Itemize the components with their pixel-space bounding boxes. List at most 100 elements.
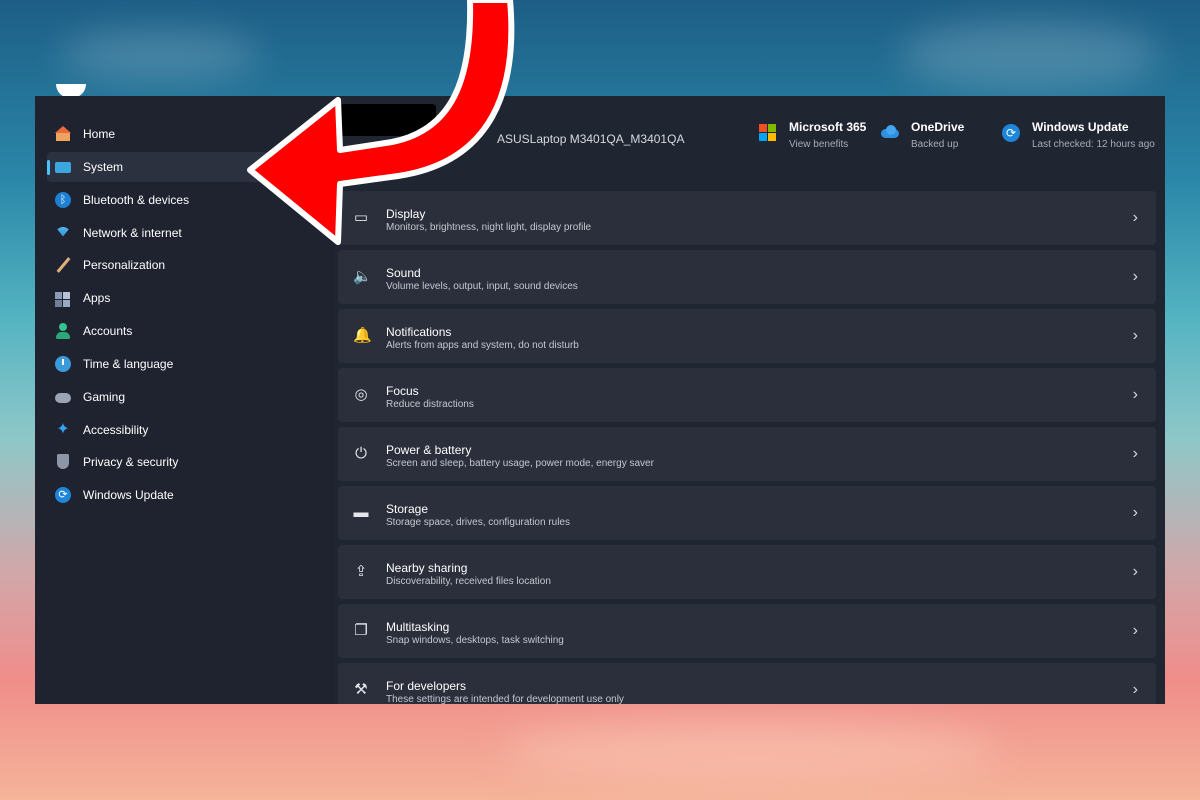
sidebar-item-label: Personalization: [83, 258, 166, 273]
share-icon: ⇪: [354, 563, 368, 580]
system-icon: [55, 162, 71, 174]
focus-icon: ◎: [354, 386, 368, 403]
multitask-icon: ❐: [354, 622, 368, 639]
sidebar-item-apps[interactable]: Apps: [47, 283, 331, 313]
bell-icon: 🔔: [353, 327, 372, 344]
status-microsoft-365[interactable]: Microsoft 365 View benefits: [759, 120, 866, 150]
card-for-developers[interactable]: ⚒ For developers These settings are inte…: [338, 663, 1156, 704]
sidebar-item-system[interactable]: System: [47, 151, 331, 182]
onedrive-cloud-icon: [881, 124, 899, 142]
sidebar-item-label: Time & language: [83, 356, 174, 371]
sidebar-item-label: Home: [83, 127, 116, 141]
sidebar-item-label: Windows Update: [83, 488, 174, 503]
card-title: Display: [386, 207, 426, 221]
settings-list: ▭ Display Monitors, brightness, night li…: [338, 191, 1156, 704]
device-image: [340, 104, 436, 136]
sidebar-item-personalization[interactable]: Personalization: [47, 250, 331, 280]
accessibility-icon: ✦: [56, 420, 70, 438]
card-focus[interactable]: ◎ Focus Reduce distractions ›: [338, 368, 1156, 422]
sidebar-item-label: Bluetooth & devices: [83, 192, 190, 207]
chevron-right-icon: ›: [1132, 622, 1138, 639]
card-subtitle: Reduce distractions: [386, 399, 474, 410]
status-subtitle: View benefits: [789, 139, 849, 150]
shield-icon: [55, 454, 71, 470]
card-subtitle: Alerts from apps and system, do not dist…: [386, 340, 579, 351]
status-title: OneDrive: [911, 120, 965, 134]
clock-icon: [55, 355, 71, 372]
sidebar-item-privacy-security[interactable]: Privacy & security: [47, 447, 331, 477]
card-notifications[interactable]: 🔔 Notifications Alerts from apps and sys…: [338, 309, 1156, 363]
sidebar-item-windows-update[interactable]: ⟳ Windows Update: [47, 480, 331, 510]
card-title: For developers: [386, 679, 467, 693]
sidebar-item-accessibility[interactable]: ✦ Accessibility: [47, 415, 331, 445]
sidebar-item-label: Network & internet: [83, 225, 182, 240]
microsoft-logo-icon: [759, 124, 777, 142]
card-title: Nearby sharing: [386, 561, 468, 575]
sidebar-item-label: Accessibility: [83, 422, 149, 437]
card-subtitle: Snap windows, desktops, task switching: [386, 635, 564, 646]
chevron-right-icon: ›: [1132, 327, 1138, 344]
brush-icon: [55, 257, 71, 273]
bluetooth-icon: ᛒ: [55, 191, 71, 208]
card-storage[interactable]: ▬ Storage Storage space, drives, configu…: [338, 486, 1156, 540]
card-subtitle: These settings are intended for developm…: [386, 694, 624, 704]
status-onedrive[interactable]: OneDrive Backed up: [881, 120, 964, 150]
network-icon: [55, 225, 71, 241]
monitor-icon: ▭: [353, 209, 369, 226]
sidebar-item-label: Privacy & security: [83, 455, 179, 470]
developer-tools-icon: ⚒: [354, 681, 368, 698]
sidebar-item-gaming[interactable]: Gaming: [47, 382, 331, 412]
card-title: Multitasking: [386, 620, 450, 634]
sidebar-item-time-language[interactable]: Time & language: [47, 349, 331, 379]
main-content: N ASUSLaptop M3401QA_M3401QA Microsoft 3…: [335, 96, 1165, 704]
card-subtitle: Storage space, drives, configuration rul…: [386, 517, 570, 528]
device-model: ASUSLaptop M3401QA_M3401QA: [497, 132, 685, 146]
card-sound[interactable]: 🔈 Sound Volume levels, output, input, so…: [338, 250, 1156, 304]
chevron-right-icon: ›: [1132, 386, 1138, 403]
chevron-right-icon: ›: [1132, 445, 1138, 462]
sidebar-item-label: Accounts: [83, 324, 133, 339]
gamepad-icon: [55, 393, 71, 404]
status-windows-update[interactable]: ⟳ Windows Update Last checked: 12 hours …: [1002, 120, 1155, 150]
person-icon: [55, 323, 71, 340]
sidebar-item-label: Apps: [83, 291, 111, 306]
chevron-right-icon: ›: [1132, 504, 1138, 521]
device-name: N: [450, 110, 461, 126]
status-subtitle: Last checked: 12 hours ago: [1032, 139, 1155, 150]
status-title: Windows Update: [1032, 120, 1129, 134]
card-nearby-sharing[interactable]: ⇪ Nearby sharing Discoverability, receiv…: [338, 545, 1156, 599]
card-title: Power & battery: [386, 443, 472, 457]
card-multitasking[interactable]: ❐ Multitasking Snap windows, desktops, t…: [338, 604, 1156, 658]
card-subtitle: Volume levels, output, input, sound devi…: [386, 281, 578, 292]
card-power-battery[interactable]: ⏻ Power & battery Screen and sleep, batt…: [338, 427, 1156, 481]
sidebar-item-label: Gaming: [83, 389, 126, 404]
drive-icon: ▬: [353, 504, 369, 521]
card-title: Focus: [386, 384, 419, 398]
sync-icon: ⟳: [1002, 124, 1020, 142]
chevron-right-icon: ›: [1132, 563, 1138, 580]
sidebar-item-accounts[interactable]: Accounts: [47, 316, 331, 346]
apps-icon: [55, 290, 71, 306]
sidebar-item-bluetooth[interactable]: ᛒ Bluetooth & devices: [47, 185, 331, 215]
card-subtitle: Monitors, brightness, night light, displ…: [386, 222, 592, 233]
status-subtitle: Backed up: [911, 139, 959, 150]
sidebar-item-network[interactable]: Network & internet: [47, 218, 331, 248]
card-subtitle: Screen and sleep, battery usage, power m…: [386, 458, 654, 469]
card-title: Notifications: [386, 325, 452, 339]
card-display[interactable]: ▭ Display Monitors, brightness, night li…: [338, 191, 1156, 245]
sidebar: Home System ᛒ Bluetooth & devices Networ…: [35, 96, 335, 704]
settings-window: Home System ᛒ Bluetooth & devices Networ…: [35, 96, 1165, 704]
home-icon: [55, 126, 71, 142]
chevron-right-icon: ›: [1132, 268, 1138, 285]
power-icon: ⏻: [355, 445, 367, 462]
sidebar-item-label: System: [83, 159, 124, 174]
card-title: Storage: [386, 502, 429, 516]
speaker-icon: 🔈: [353, 268, 372, 285]
chevron-right-icon: ›: [1132, 209, 1138, 226]
sidebar-item-home[interactable]: Home: [47, 119, 331, 149]
sidebar-nav: Home System ᛒ Bluetooth & devices Networ…: [47, 119, 331, 513]
chevron-right-icon: ›: [1132, 681, 1138, 698]
status-title: Microsoft 365: [789, 120, 867, 134]
update-icon: ⟳: [55, 487, 71, 504]
card-title: Sound: [386, 266, 421, 280]
